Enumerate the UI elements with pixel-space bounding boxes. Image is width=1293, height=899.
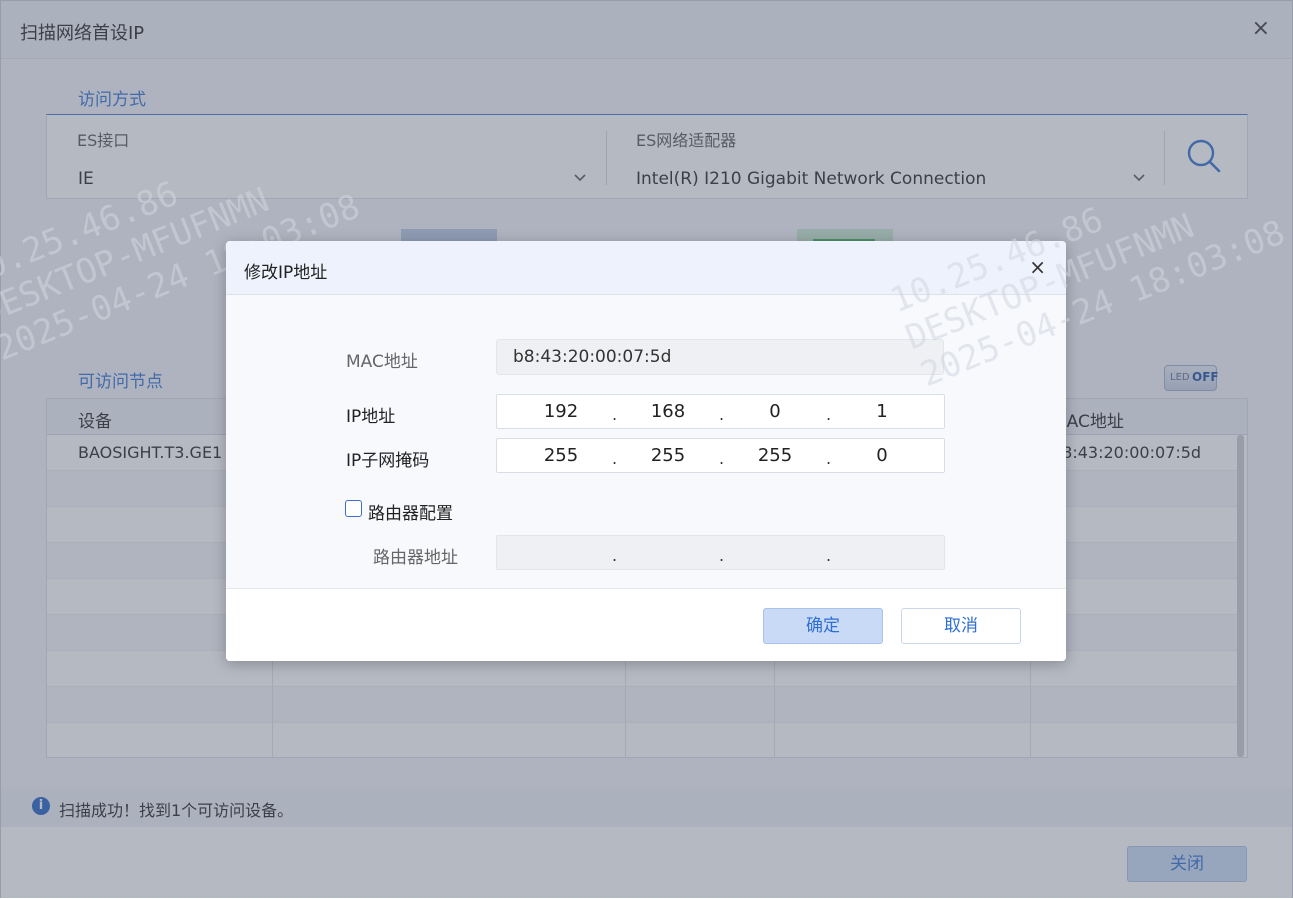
ip-dot: . <box>719 405 725 424</box>
ip-octet-4[interactable]: 1 <box>842 395 922 428</box>
router-octet-1 <box>521 536 601 569</box>
ip-address-field: 192 . 168 . 0 . 1 <box>496 394 945 429</box>
router-config-checkbox[interactable] <box>345 500 362 517</box>
ip-octet-1[interactable]: 192 <box>521 395 601 428</box>
router-dot: . <box>826 546 832 565</box>
cancel-button[interactable]: 取消 <box>901 608 1021 644</box>
router-octet-3 <box>735 536 815 569</box>
mac-value: b8:43:20:00:07:5d <box>513 347 672 367</box>
dialog-title: 修改IP地址 <box>244 263 328 283</box>
router-octet-2 <box>628 536 708 569</box>
subnet-mask-field: 255 . 255 . 255 . 0 <box>496 438 945 473</box>
router-addr-label: 路由器地址 <box>373 548 458 568</box>
ip-dot: . <box>612 405 618 424</box>
ip-octet-2[interactable]: 168 <box>628 395 708 428</box>
ip-label: IP地址 <box>346 407 396 427</box>
router-octet-4 <box>842 536 922 569</box>
mask-dot: . <box>826 449 832 468</box>
mac-label: MAC地址 <box>346 352 418 372</box>
mask-dot: . <box>719 449 725 468</box>
mask-octet-1[interactable]: 255 <box>521 439 601 472</box>
mask-octet-2[interactable]: 255 <box>628 439 708 472</box>
ip-octet-3[interactable]: 0 <box>735 395 815 428</box>
mask-dot: . <box>612 449 618 468</box>
router-address-field: . . . <box>496 535 945 570</box>
mac-field: b8:43:20:00:07:5d <box>496 339 944 375</box>
router-dot: . <box>719 546 725 565</box>
confirm-button[interactable]: 确定 <box>763 608 883 644</box>
dialog-footer: 确定 取消 <box>226 588 1066 661</box>
mask-octet-3[interactable]: 255 <box>735 439 815 472</box>
router-config-label[interactable]: 路由器配置 <box>368 499 453 524</box>
router-dot: . <box>612 546 618 565</box>
mask-octet-4[interactable]: 0 <box>842 439 922 472</box>
mask-label: IP子网掩码 <box>346 451 430 471</box>
ip-dot: . <box>826 405 832 424</box>
